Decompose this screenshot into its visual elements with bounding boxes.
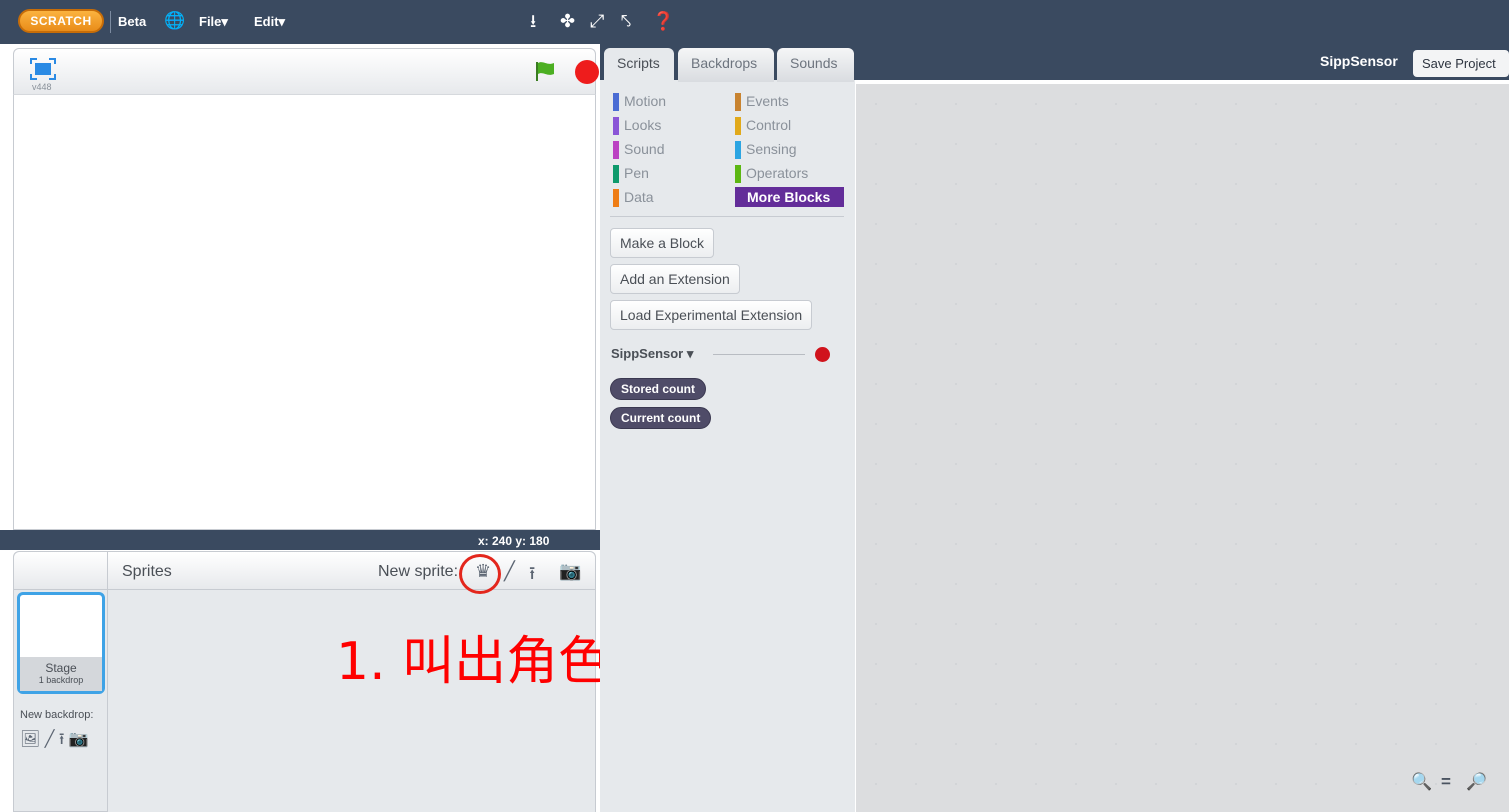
grow-icon[interactable]: ⤢	[590, 10, 604, 32]
upload-backdrop-icon[interactable]: ⭱	[59, 731, 65, 748]
category-label: Sensing	[746, 141, 797, 157]
category-swatch	[735, 93, 741, 112]
annotation-text: 1. 叫出角色	[336, 632, 611, 692]
tab-sounds[interactable]: Sounds	[777, 48, 854, 82]
current-count-reporter[interactable]: Current count	[610, 407, 712, 429]
category-swatch	[735, 141, 741, 160]
category-more-blocks[interactable]: More Blocks	[735, 187, 844, 207]
category-label: Data	[624, 189, 654, 205]
menubar-divider	[110, 11, 111, 33]
mouse-coordinates: x: 240 y: 180	[478, 534, 550, 548]
backdrop-icons: 🖼 ╱ ⭱ 📷	[20, 728, 89, 755]
category-label: Events	[746, 93, 789, 109]
category-swatch	[613, 117, 619, 136]
help-icon[interactable]: ❓	[652, 10, 674, 32]
category-label: Sound	[624, 141, 665, 157]
save-project-button[interactable]: Save Project	[1413, 50, 1509, 77]
tab-scripts[interactable]: Scripts	[604, 48, 674, 82]
stage-header: v448	[13, 48, 599, 94]
category-swatch	[613, 141, 619, 160]
sprites-title: Sprites	[122, 563, 172, 580]
zoom-reset-icon[interactable]: =	[1441, 772, 1451, 792]
paint-new-sprite-icon[interactable]: ╱	[504, 561, 515, 582]
add-an-extension-button[interactable]: Add an Extension	[610, 264, 740, 294]
camera-backdrop-icon[interactable]: 📷	[69, 731, 89, 748]
category-swatch	[613, 165, 619, 184]
scratch-logo[interactable]: SCRATCH	[18, 9, 104, 33]
zoom-in-icon[interactable]: 🔎	[1466, 772, 1487, 792]
category-control[interactable]: Control	[735, 115, 792, 136]
extension-divider	[713, 354, 805, 355]
green-flag-icon[interactable]	[534, 59, 558, 83]
annotation-circle	[459, 554, 501, 594]
category-pen[interactable]: Pen	[613, 163, 649, 184]
stored-count-reporter[interactable]: Stored count	[610, 378, 706, 400]
edit-menu[interactable]: Edit▾	[254, 14, 285, 30]
stage-thumbnail-caption: Stage 1 backdrop	[20, 657, 102, 691]
stage-thumbnail[interactable]: Stage 1 backdrop	[17, 592, 105, 694]
extension-status-indicator	[815, 347, 830, 362]
project-title[interactable]: SippSensor	[1320, 53, 1398, 69]
delete-scissors-icon[interactable]: ✤	[560, 10, 575, 32]
sprite-list[interactable]	[108, 591, 595, 812]
category-swatch	[613, 93, 619, 112]
category-events[interactable]: Events	[735, 91, 789, 112]
category-sensing[interactable]: Sensing	[735, 139, 797, 160]
category-swatch	[735, 117, 741, 136]
globe-icon[interactable]: 🌐	[164, 10, 185, 32]
category-looks[interactable]: Looks	[613, 115, 662, 136]
category-label: Operators	[746, 165, 809, 181]
stage-thumbnail-subtitle: 1 backdrop	[38, 675, 84, 685]
load-experimental-extension-button[interactable]: Load Experimental Extension	[610, 300, 813, 330]
category-operators[interactable]: Operators	[735, 163, 809, 184]
zoom-out-icon[interactable]: 🔍	[1411, 772, 1432, 792]
menubar: SCRATCH Beta 🌐 File▾ Edit▾ ⭳ ✤ ⤢ ⤣ ❓	[0, 0, 1509, 44]
sprites-header: Sprites New sprite: ♛ ╱ ⭱ 📷	[14, 552, 595, 590]
script-area[interactable]	[856, 84, 1509, 812]
make-a-block-button[interactable]: Make a Block	[610, 228, 715, 258]
category-label: Control	[746, 117, 792, 133]
palette-divider	[610, 216, 844, 217]
new-sprite-label: New sprite:	[378, 563, 459, 580]
file-menu[interactable]: File▾	[199, 14, 228, 30]
shrink-icon[interactable]: ⤣	[621, 10, 631, 32]
category-label: Pen	[624, 165, 649, 181]
category-data[interactable]: Data	[613, 187, 654, 208]
camera-sprite-icon[interactable]: 📷	[559, 561, 581, 582]
backdrop-library-icon[interactable]: 🖼	[20, 731, 40, 748]
duplicate-stamp-icon[interactable]: ⭳	[530, 10, 536, 32]
tab-backdrops[interactable]: Backdrops	[678, 48, 774, 82]
category-label: Looks	[624, 117, 662, 133]
upload-sprite-icon[interactable]: ⭱	[529, 561, 535, 591]
stage-canvas[interactable]	[13, 94, 596, 530]
category-sound[interactable]: Sound	[613, 139, 665, 160]
category-motion[interactable]: Motion	[613, 91, 667, 112]
new-backdrop-label: New backdrop:	[20, 709, 94, 721]
category-swatch	[613, 189, 619, 208]
category-swatch	[735, 165, 741, 184]
beta-label: Beta	[118, 14, 147, 29]
fullscreen-icon[interactable]	[30, 58, 56, 80]
paint-backdrop-icon[interactable]: ╱	[45, 731, 55, 748]
stop-icon[interactable]	[575, 60, 599, 84]
category-label: Motion	[624, 93, 667, 109]
extension-menu[interactable]: SippSensor ▾	[611, 346, 693, 362]
stage-thumbnail-title: Stage	[45, 661, 77, 675]
version-label: v448	[32, 82, 52, 92]
